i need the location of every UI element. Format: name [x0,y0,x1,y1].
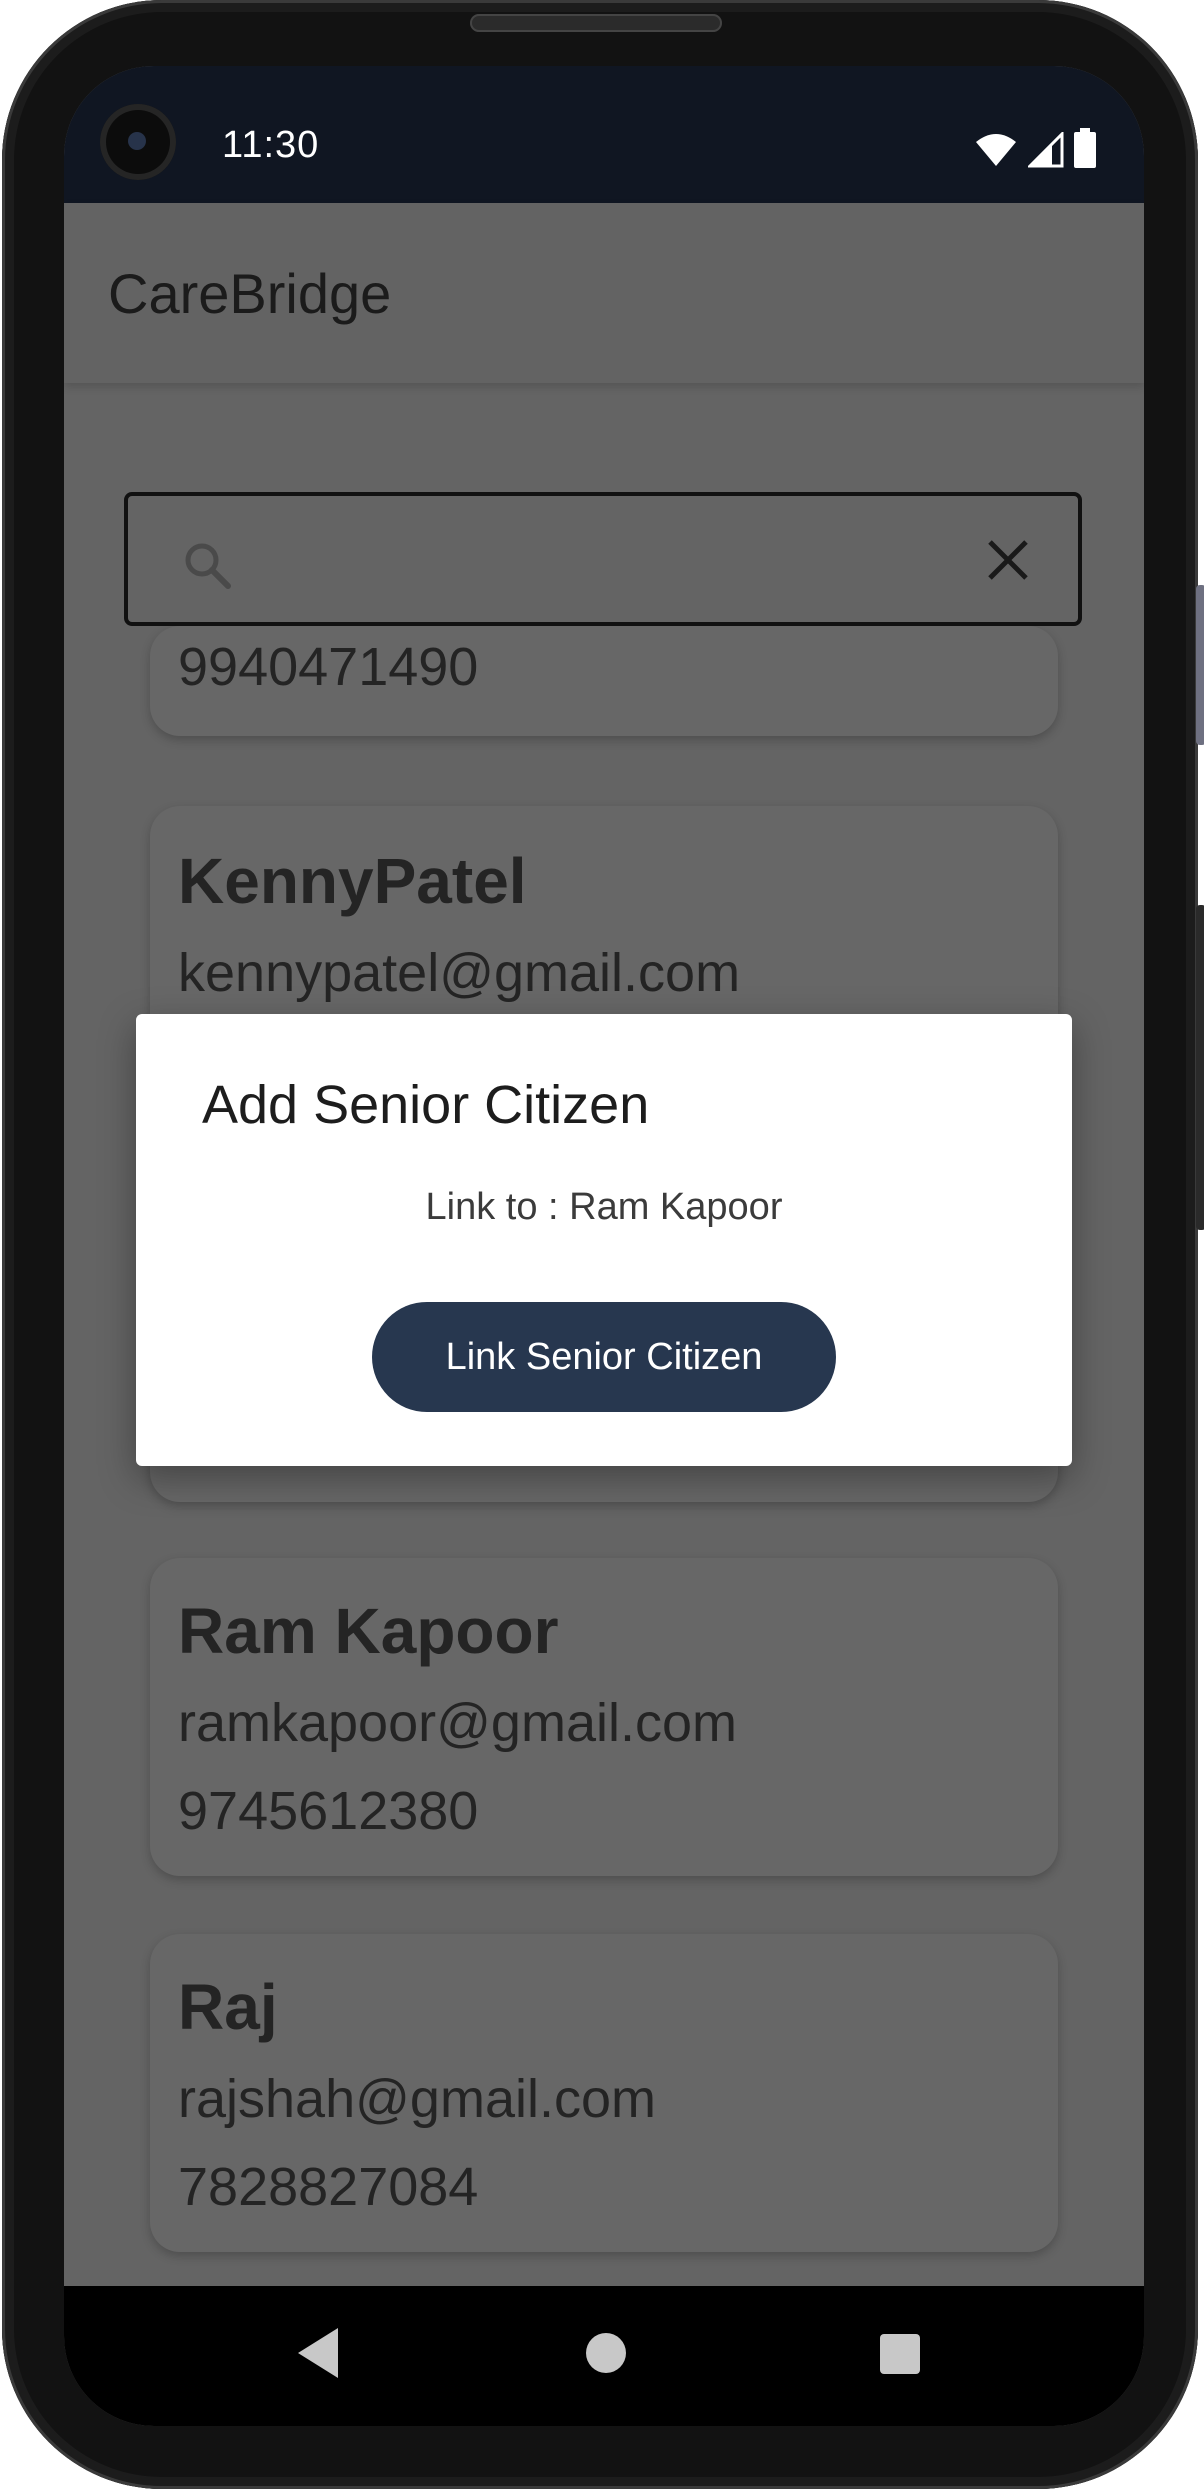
home-icon[interactable] [582,2324,630,2387]
contact-email: kennypatel@gmail.com [178,943,741,1003]
volume-button [1196,585,1204,745]
status-icons [974,128,1096,168]
dialog-title: Add Senior Citizen [202,1075,650,1135]
search-icon [182,540,234,597]
front-camera [100,104,176,180]
phone-frame: 11:30 CareBridge 9940471490 KennyPatel k… [2,0,1204,2489]
system-nav-bar [64,2286,1144,2426]
signal-icon [1028,132,1064,168]
screen: 11:30 CareBridge 9940471490 KennyPatel k… [64,66,1144,2426]
add-senior-dialog: Add Senior Citizen Link to : Ram Kapoor … [136,1014,1072,1466]
power-button [1196,905,1204,1230]
recents-icon[interactable] [876,2324,924,2387]
contact-card[interactable]: Raj rajshah@gmail.com 7828827084 [150,1934,1058,2252]
contact-name: Raj [178,1971,278,2043]
clear-search-icon[interactable] [986,538,1030,587]
contact-card[interactable]: Ram Kapoor ramkapoor@gmail.com 974561238… [150,1558,1058,1876]
contact-name: KennyPatel [178,845,527,917]
app-title: CareBridge [108,262,392,325]
wifi-icon [976,134,1016,166]
dialog-message: Link to : Ram Kapoor [425,1186,783,1228]
contact-phone: 7828827084 [178,2157,479,2217]
contact-name: Ram Kapoor [178,1595,559,1667]
earpiece-speaker [470,14,722,32]
app-bar: CareBridge [64,203,1144,383]
battery-icon [1074,128,1096,168]
contact-phone: 9940471490 [178,637,479,697]
link-senior-citizen-button[interactable]: Link Senior Citizen [372,1302,836,1412]
contact-email: ramkapoor@gmail.com [178,1693,737,1753]
status-time: 11:30 [222,124,320,166]
status-bar: 11:30 [64,66,1144,203]
contact-card[interactable]: 9940471490 [150,626,1058,736]
contact-phone: 9745612380 [178,1781,479,1841]
contact-email: rajshah@gmail.com [178,2069,656,2129]
search-field[interactable] [124,492,1082,626]
back-icon[interactable] [292,2324,344,2387]
